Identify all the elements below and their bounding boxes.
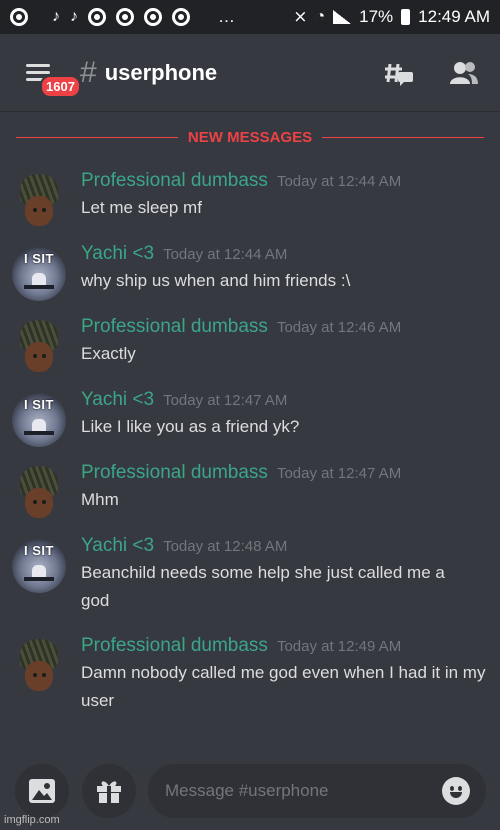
avatar[interactable] <box>12 320 66 374</box>
author-name[interactable]: Yachi <3 <box>81 535 154 557</box>
timestamp: Today at 12:47 AM <box>276 465 402 482</box>
author-name[interactable]: Professional dumbass <box>81 316 268 338</box>
message[interactable]: Professional dumbass Today at 12:46 AM E… <box>0 316 500 389</box>
signal-icon <box>333 10 352 24</box>
image-icon <box>29 779 55 803</box>
message[interactable]: Professional dumbass Today at 12:44 AM L… <box>0 170 500 243</box>
author-name[interactable]: Yachi <3 <box>81 243 154 265</box>
watermark: imgflip.com <box>4 814 60 826</box>
avatar[interactable] <box>12 466 66 520</box>
new-messages-divider: NEW MESSAGES <box>16 126 484 148</box>
message-text: why ship us when and him friends :\ <box>81 271 351 290</box>
author-name[interactable]: Professional dumbass <box>81 462 268 484</box>
author-name[interactable]: Professional dumbass <box>81 635 268 657</box>
message[interactable]: I SIT Yachi <3 Today at 12:47 AM Like I … <box>0 389 500 462</box>
timestamp: Today at 12:46 AM <box>276 319 402 336</box>
chrome-icon <box>144 8 162 26</box>
avatar[interactable] <box>12 639 66 693</box>
message[interactable]: Professional dumbass Today at 12:49 AM D… <box>0 635 500 735</box>
channel-header: 1607 # userphone <box>0 34 500 112</box>
threads-icon[interactable] <box>384 62 414 86</box>
status-bar: ♪ ♪ … ⨯ ◔ 17% 12:49 AM <box>0 0 500 34</box>
battery-percent: 17% <box>359 7 394 26</box>
message[interactable]: I SIT Yachi <3 Today at 12:44 AM why shi… <box>0 243 500 316</box>
message-text: Mhm <box>81 490 119 509</box>
mute-icon: ⨯ <box>293 7 308 26</box>
timestamp: Today at 12:44 AM <box>163 246 288 263</box>
timestamp: Today at 12:47 AM <box>163 392 288 409</box>
message-list[interactable]: Professional dumbass Today at 12:44 AM L… <box>0 170 500 735</box>
gift-button[interactable] <box>82 764 136 818</box>
message-text: Let me sleep mf <box>81 198 202 217</box>
avatar[interactable]: I SIT <box>12 393 66 447</box>
timestamp: Today at 12:44 AM <box>276 173 402 190</box>
message-composer <box>0 762 500 820</box>
clock: 12:49 AM <box>418 7 490 26</box>
upload-image-button[interactable] <box>15 764 69 818</box>
members-icon[interactable] <box>450 60 478 86</box>
channel-hash-icon: # <box>80 55 97 89</box>
message-text: Damn nobody called me god even when I ha… <box>81 663 486 710</box>
avatar[interactable] <box>12 174 66 228</box>
timestamp: Today at 12:49 AM <box>276 638 402 655</box>
timestamp: Today at 12:48 AM <box>163 538 288 555</box>
avatar[interactable]: I SIT <box>12 539 66 593</box>
gift-icon <box>97 781 121 803</box>
message-text: Beanchild needs some help she just calle… <box>81 563 445 610</box>
more-notifications: … <box>218 7 235 26</box>
battery-icon <box>401 9 411 25</box>
chrome-icon <box>172 8 190 26</box>
message-input-container[interactable] <box>148 764 486 818</box>
channel-name: userphone <box>104 59 218 85</box>
wifi-icon: ◔ <box>315 8 326 25</box>
unread-badge: 1607 <box>40 75 81 98</box>
author-name[interactable]: Yachi <3 <box>81 389 154 411</box>
new-messages-label: NEW MESSAGES <box>187 128 313 146</box>
message[interactable]: I SIT Yachi <3 Today at 12:48 AM Beanchi… <box>0 535 500 635</box>
tiktok-icon: ♪ <box>52 8 60 25</box>
chrome-icon <box>10 8 28 26</box>
message-text: Exactly <box>81 344 136 363</box>
avatar[interactable]: I SIT <box>12 247 66 301</box>
message-text: Like I like you as a friend yk? <box>81 417 300 436</box>
tiktok-icon: ♪ <box>70 8 78 25</box>
author-name[interactable]: Professional dumbass <box>81 170 268 192</box>
emoji-icon[interactable] <box>442 777 470 805</box>
chrome-icon <box>88 8 106 26</box>
chrome-icon <box>116 8 134 26</box>
message-input[interactable] <box>165 781 425 801</box>
message[interactable]: Professional dumbass Today at 12:47 AM M… <box>0 462 500 535</box>
